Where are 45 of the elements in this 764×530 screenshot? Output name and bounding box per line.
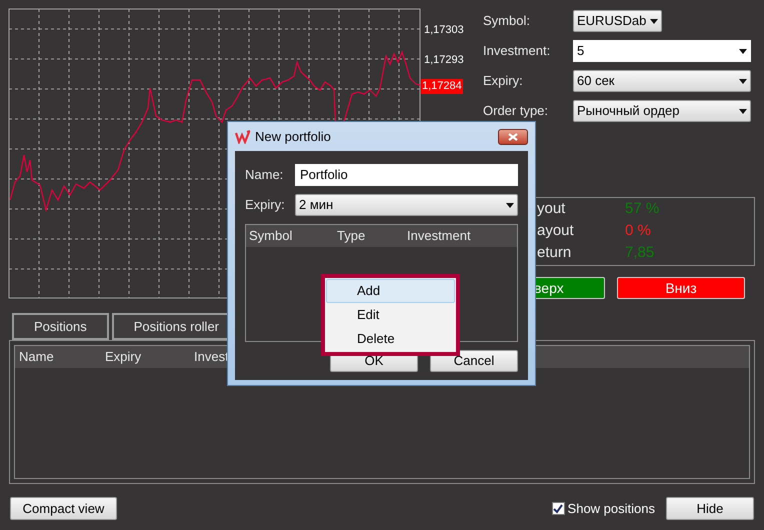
caret-icon: [739, 48, 747, 54]
axis-label: 1,17293: [424, 53, 464, 68]
caret-icon: [506, 202, 514, 208]
expiry-dropdown[interactable]: 2 мин: [295, 194, 518, 216]
column-header: Expiry: [104, 348, 142, 366]
dropdown[interactable]: 60 сек: [573, 70, 751, 92]
stat-value: 0 %: [625, 221, 651, 242]
menu-item[interactable]: Add: [326, 279, 455, 303]
column-header: Symbol: [248, 227, 294, 246]
caret-icon: [739, 78, 747, 84]
dialog-title: New portfolio: [255, 128, 331, 146]
column-header: Investment: [406, 227, 472, 246]
field-label: Name:: [245, 166, 284, 184]
column-header: Type: [336, 227, 366, 246]
stat-label: yout: [537, 199, 566, 220]
tab[interactable]: Positions: [12, 313, 109, 340]
caret-icon: [650, 18, 658, 24]
checkbox[interactable]: [552, 502, 565, 515]
field-label: Order type:: [483, 102, 550, 120]
stat-value: 57 %: [625, 199, 660, 220]
combo-box[interactable]: 5: [573, 40, 751, 62]
column-header: Name: [18, 348, 55, 366]
checkbox-label: Show positions: [568, 500, 655, 518]
name-field[interactable]: Portfolio: [295, 164, 518, 186]
field-label: Symbol:: [483, 12, 531, 30]
symbol-dropdown[interactable]: EURUSDab: [573, 10, 662, 32]
stat-label: eturn: [537, 243, 572, 264]
logo-icon: [235, 130, 251, 144]
trade-button[interactable]: Вниз: [617, 277, 745, 299]
dropdown[interactable]: Рыночный ордер: [573, 100, 751, 122]
stat-value: 7,85: [625, 243, 654, 264]
price-marker: 1,17284: [421, 79, 463, 94]
dialog-button[interactable]: Cancel: [430, 350, 518, 372]
caret-icon: [739, 108, 747, 114]
axis-label: 1,17303: [424, 23, 464, 38]
field-label: Investment:: [483, 42, 552, 60]
compact-view-button[interactable]: Compact view: [10, 497, 117, 520]
stat-label: ayout: [537, 221, 575, 242]
menu-item[interactable]: Edit: [326, 303, 455, 327]
hide-button[interactable]: Hide: [666, 497, 754, 520]
field-label: Expiry:: [245, 196, 286, 214]
close-button[interactable]: [498, 128, 528, 144]
menu-item[interactable]: Delete: [326, 327, 455, 351]
field-label: Expiry:: [483, 72, 524, 90]
close-icon: [508, 132, 518, 140]
